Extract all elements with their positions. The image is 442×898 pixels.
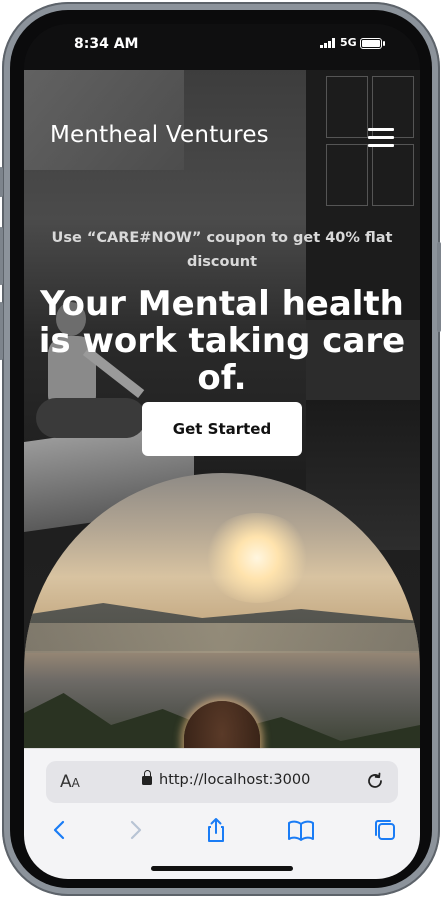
forward-icon[interactable]	[121, 815, 151, 845]
screen: 8:34 AM 5G Mentheal Ventures Use “CARE#N…	[24, 24, 420, 879]
get-started-button[interactable]: Get Started	[142, 402, 302, 456]
lock-icon	[142, 770, 152, 785]
sun-glow	[202, 513, 312, 603]
hamburger-menu-icon[interactable]	[368, 126, 394, 148]
home-indicator[interactable]	[151, 866, 293, 871]
reload-icon[interactable]	[364, 770, 386, 792]
share-icon[interactable]	[201, 815, 231, 845]
volume-up-button	[0, 227, 3, 285]
power-button	[437, 242, 441, 332]
status-bar: 8:34 AM 5G	[24, 24, 420, 70]
hero-section: Mentheal Ventures Use “CARE#NOW” coupon …	[24, 70, 420, 748]
mute-switch	[0, 167, 3, 197]
coupon-text: Use “CARE#NOW” coupon to get 40% flat di…	[51, 230, 393, 270]
hero-headline: Your Mental health is work taking care o…	[38, 284, 406, 398]
address-bar[interactable]: AA http://localhost:3000	[46, 761, 398, 803]
bookmarks-icon[interactable]	[286, 815, 316, 845]
battery-icon	[360, 38, 385, 49]
url-text[interactable]: http://localhost:3000	[159, 772, 310, 788]
network-type: 5G	[340, 36, 357, 49]
tabs-icon[interactable]	[370, 815, 400, 845]
browser-toolbar: AA http://localhost:3000	[24, 748, 420, 879]
status-time: 8:34 AM	[74, 36, 139, 52]
person-silhouette	[184, 701, 260, 748]
hero-bg-wall	[24, 70, 184, 170]
signal-icon	[320, 38, 335, 48]
text-size-icon[interactable]: AA	[60, 772, 80, 792]
sea-haze	[24, 623, 420, 653]
back-icon[interactable]	[44, 815, 74, 845]
volume-down-button	[0, 302, 3, 360]
brand-logo[interactable]: Mentheal Ventures	[50, 122, 269, 148]
